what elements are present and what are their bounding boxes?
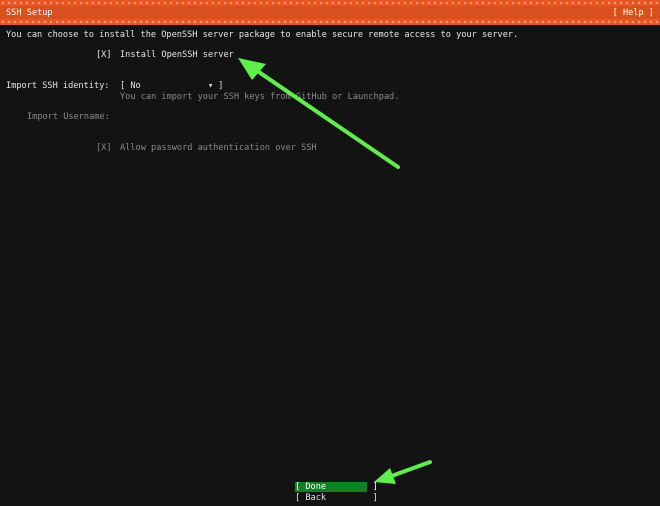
header-dots-bottom <box>0 19 660 25</box>
help-button[interactable]: [ Help ] <box>613 8 654 19</box>
back-button[interactable]: [ Back ] <box>295 493 378 503</box>
import-ssh-identity-help: You can import your SSH keys from GitHub… <box>120 92 400 102</box>
header-dots-top <box>0 0 660 6</box>
installer-screen: SSH Setup [ Help ] You can choose to ins… <box>0 0 660 506</box>
annotation-overlay <box>238 58 432 484</box>
header-bar: SSH Setup [ Help ] <box>0 0 660 25</box>
import-username-input[interactable] <box>120 112 320 123</box>
header-band <box>0 6 660 19</box>
install-openssh-checkbox[interactable]: [X] <box>96 50 112 61</box>
allow-password-label[interactable]: Allow password authentication over SSH <box>120 143 317 154</box>
import-username-label: Import Username: <box>27 112 110 122</box>
done-button[interactable]: [ Done ] <box>295 482 378 492</box>
intro-text: You can choose to install the OpenSSH se… <box>6 30 519 40</box>
arrow-to-done-button <box>374 460 432 484</box>
import-ssh-identity-select[interactable]: [ No ▾ ] <box>120 81 223 92</box>
screen-title: SSH Setup <box>6 8 53 18</box>
import-ssh-identity-label: Import SSH identity: <box>6 81 110 91</box>
allow-password-checkbox[interactable]: [X] <box>96 143 112 154</box>
install-openssh-label[interactable]: Install OpenSSH server <box>120 50 234 61</box>
